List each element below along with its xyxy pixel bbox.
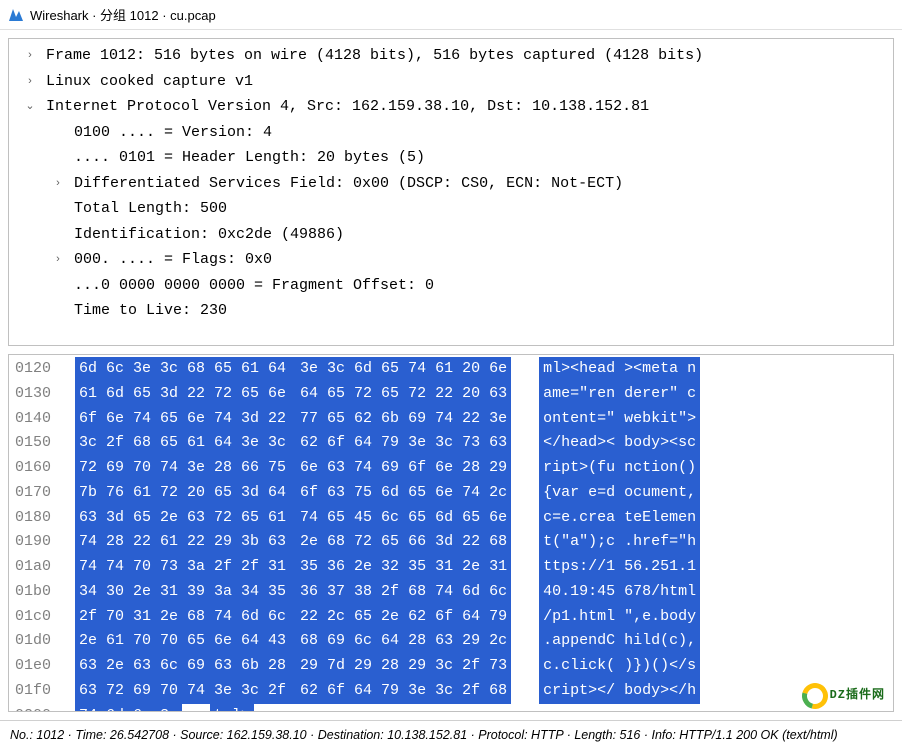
hex-row[interactable]: 01f0 63 72 69 70 74 3e 3c 2f62 6f 64 79 3… — [9, 679, 893, 704]
hex-offset: 01b0 — [15, 580, 67, 605]
hex-ascii: tml> — [210, 704, 254, 713]
hex-bytes: 2f 70 31 2e 68 74 6d 6c22 2c 65 2e 62 6f… — [75, 605, 511, 630]
tree-label: Frame 1012: 516 bytes on wire (4128 bits… — [37, 43, 703, 69]
hex-row[interactable]: 0120 6d 6c 3e 3c 68 65 61 643e 3c 6d 65 7… — [9, 357, 893, 382]
hex-offset: 0160 — [15, 456, 67, 481]
hex-row[interactable]: 01e0 63 2e 63 6c 69 63 6b 2829 7d 29 28 2… — [9, 654, 893, 679]
hex-bytes: 61 6d 65 3d 22 72 65 6e64 65 72 65 72 22… — [75, 382, 511, 407]
tree-label: 0100 .... = Version: 4 — [65, 120, 272, 146]
title-bar: Wireshark · 分组 1012 · cu.pcap — [0, 0, 902, 30]
hex-row[interactable]: 01a0 74 74 70 73 3a 2f 2f 3135 36 2e 32 3… — [9, 555, 893, 580]
hex-row[interactable]: 0170 7b 76 61 72 20 65 3d 646f 63 75 6d 6… — [9, 481, 893, 506]
hex-offset: 01e0 — [15, 654, 67, 679]
status-bar: No.: 1012 · Time: 26.542708 · Source: 16… — [0, 720, 902, 748]
hex-offset: 0180 — [15, 506, 67, 531]
hex-bytes: 74 74 70 73 3a 2f 2f 3135 36 2e 32 35 31… — [75, 555, 511, 580]
tree-row[interactable]: Time to Live: 230 — [9, 298, 893, 324]
tree-label: Linux cooked capture v1 — [37, 69, 253, 95]
tree-row[interactable]: ...0 0000 0000 0000 = Fragment Offset: 0 — [9, 273, 893, 299]
hex-row[interactable]: 0150 3c 2f 68 65 61 64 3e 3c62 6f 64 79 3… — [9, 431, 893, 456]
hex-bytes: 74 28 22 61 22 29 3b 632e 68 72 65 66 3d… — [75, 530, 511, 555]
hex-bytes: 63 72 69 70 74 3e 3c 2f62 6f 64 79 3e 3c… — [75, 679, 511, 704]
hex-ascii: {var e=d ocument, — [539, 481, 700, 506]
hex-ascii: </head>< body><sc — [539, 431, 700, 456]
tree-label: Identification: 0xc2de (49886) — [65, 222, 344, 248]
hex-offset: 01d0 — [15, 629, 67, 654]
hex-offset: 0190 — [15, 530, 67, 555]
tree-label: Time to Live: 230 — [65, 298, 227, 324]
hex-ascii: t("a");c .href="h — [539, 530, 700, 555]
expand-toggle-closed[interactable]: › — [51, 250, 65, 269]
hex-bytes: 2e 61 70 70 65 6e 64 4368 69 6c 64 28 63… — [75, 629, 511, 654]
hex-row[interactable]: 0140 6f 6e 74 65 6e 74 3d 2277 65 62 6b 6… — [9, 407, 893, 432]
tree-label: Differentiated Services Field: 0x00 (DSC… — [65, 171, 623, 197]
hex-ascii: ontent=" webkit"> — [539, 407, 700, 432]
hex-offset: 0130 — [15, 382, 67, 407]
hex-bytes: 7b 76 61 72 20 65 3d 646f 63 75 6d 65 6e… — [75, 481, 511, 506]
hex-row[interactable]: 01c0 2f 70 31 2e 68 74 6d 6c22 2c 65 2e 6… — [9, 605, 893, 630]
expand-toggle-closed[interactable]: › — [23, 46, 37, 65]
hex-bytes: 6f 6e 74 65 6e 74 3d 2277 65 62 6b 69 74… — [75, 407, 511, 432]
hex-ascii: /p1.html ",e.body — [539, 605, 700, 630]
tree-row[interactable]: 0100 .... = Version: 4 — [9, 120, 893, 146]
hex-row[interactable]: 0180 63 3d 65 2e 63 72 65 6174 65 45 6c 6… — [9, 506, 893, 531]
hex-offset: 0200 — [15, 704, 67, 713]
tree-row[interactable]: › Frame 1012: 516 bytes on wire (4128 bi… — [9, 43, 893, 69]
expand-toggle-closed[interactable]: › — [23, 72, 37, 91]
watermark-icon — [797, 678, 833, 712]
status-text: No.: 1012 · Time: 26.542708 · Source: 16… — [10, 728, 838, 742]
hex-offset: 01c0 — [15, 605, 67, 630]
tree-row[interactable]: .... 0101 = Header Length: 20 bytes (5) — [9, 145, 893, 171]
tree-label: Internet Protocol Version 4, Src: 162.15… — [37, 94, 649, 120]
hex-bytes: 72 69 70 74 3e 28 66 756e 63 74 69 6f 6e… — [75, 456, 511, 481]
hex-bytes: 34 30 2e 31 39 3a 34 3536 37 38 2f 68 74… — [75, 580, 511, 605]
hex-ascii: c.click( )})()</s — [539, 654, 700, 679]
hex-bytes: 63 3d 65 2e 63 72 65 6174 65 45 6c 65 6d… — [75, 506, 511, 531]
hex-row[interactable]: 0130 61 6d 65 3d 22 72 65 6e64 65 72 65 7… — [9, 382, 893, 407]
tree-label: .... 0101 = Header Length: 20 bytes (5) — [65, 145, 425, 171]
hex-row[interactable]: 01d0 2e 61 70 70 65 6e 64 4368 69 6c 64 2… — [9, 629, 893, 654]
hex-offset: 0170 — [15, 481, 67, 506]
tree-label: Total Length: 500 — [65, 196, 227, 222]
hex-row[interactable]: 0200 74 6d 6c 3e tml> — [9, 704, 893, 713]
tree-row[interactable]: › 000. .... = Flags: 0x0 — [9, 247, 893, 273]
tree-row[interactable]: › Linux cooked capture v1 — [9, 69, 893, 95]
hex-ascii: ttps://1 56.251.1 — [539, 555, 700, 580]
content-area: › Frame 1012: 516 bytes on wire (4128 bi… — [0, 30, 902, 720]
watermark-text: DZ插件网 — [830, 686, 885, 706]
hex-offset: 0120 — [15, 357, 67, 382]
tree-label: ...0 0000 0000 0000 = Fragment Offset: 0 — [65, 273, 434, 299]
hex-offset: 0140 — [15, 407, 67, 432]
expand-toggle-open[interactable]: ⌄ — [23, 97, 37, 116]
tree-label: 000. .... = Flags: 0x0 — [65, 247, 272, 273]
hex-ascii: c=e.crea teElemen — [539, 506, 700, 531]
hex-offset: 0150 — [15, 431, 67, 456]
window-title: Wireshark · 分组 1012 · cu.pcap — [30, 5, 216, 24]
hex-ascii: .appendC hild(c), — [539, 629, 700, 654]
tree-row[interactable]: Identification: 0xc2de (49886) — [9, 222, 893, 248]
packet-bytes-pane[interactable]: 0120 6d 6c 3e 3c 68 65 61 643e 3c 6d 65 7… — [8, 354, 894, 712]
hex-bytes: 6d 6c 3e 3c 68 65 61 643e 3c 6d 65 74 61… — [75, 357, 511, 382]
expand-toggle-closed[interactable]: › — [51, 174, 65, 193]
hex-ascii: cript></ body></h — [539, 679, 700, 704]
tree-row[interactable]: ⌄ Internet Protocol Version 4, Src: 162.… — [9, 94, 893, 120]
hex-ascii: ml><head ><meta n — [539, 357, 700, 382]
hex-row[interactable]: 0190 74 28 22 61 22 29 3b 632e 68 72 65 6… — [9, 530, 893, 555]
hex-ascii: ame="ren derer" c — [539, 382, 700, 407]
tree-row[interactable]: › Differentiated Services Field: 0x00 (D… — [9, 171, 893, 197]
hex-ascii: 40.19:45 678/html — [539, 580, 700, 605]
hex-offset: 01a0 — [15, 555, 67, 580]
hex-bytes: 3c 2f 68 65 61 64 3e 3c62 6f 64 79 3e 3c… — [75, 431, 511, 456]
packet-details-pane[interactable]: › Frame 1012: 516 bytes on wire (4128 bi… — [8, 38, 894, 346]
hex-bytes: 63 2e 63 6c 69 63 6b 2829 7d 29 28 29 3c… — [75, 654, 511, 679]
tree-row[interactable]: Total Length: 500 — [9, 196, 893, 222]
watermark: DZ插件网 — [802, 683, 885, 709]
hex-row[interactable]: 01b0 34 30 2e 31 39 3a 34 3536 37 38 2f 6… — [9, 580, 893, 605]
hex-bytes: 74 6d 6c 3e — [75, 704, 182, 713]
hex-row[interactable]: 0160 72 69 70 74 3e 28 66 756e 63 74 69 6… — [9, 456, 893, 481]
app-icon — [8, 7, 24, 23]
hex-ascii: ript>(fu nction() — [539, 456, 700, 481]
hex-offset: 01f0 — [15, 679, 67, 704]
